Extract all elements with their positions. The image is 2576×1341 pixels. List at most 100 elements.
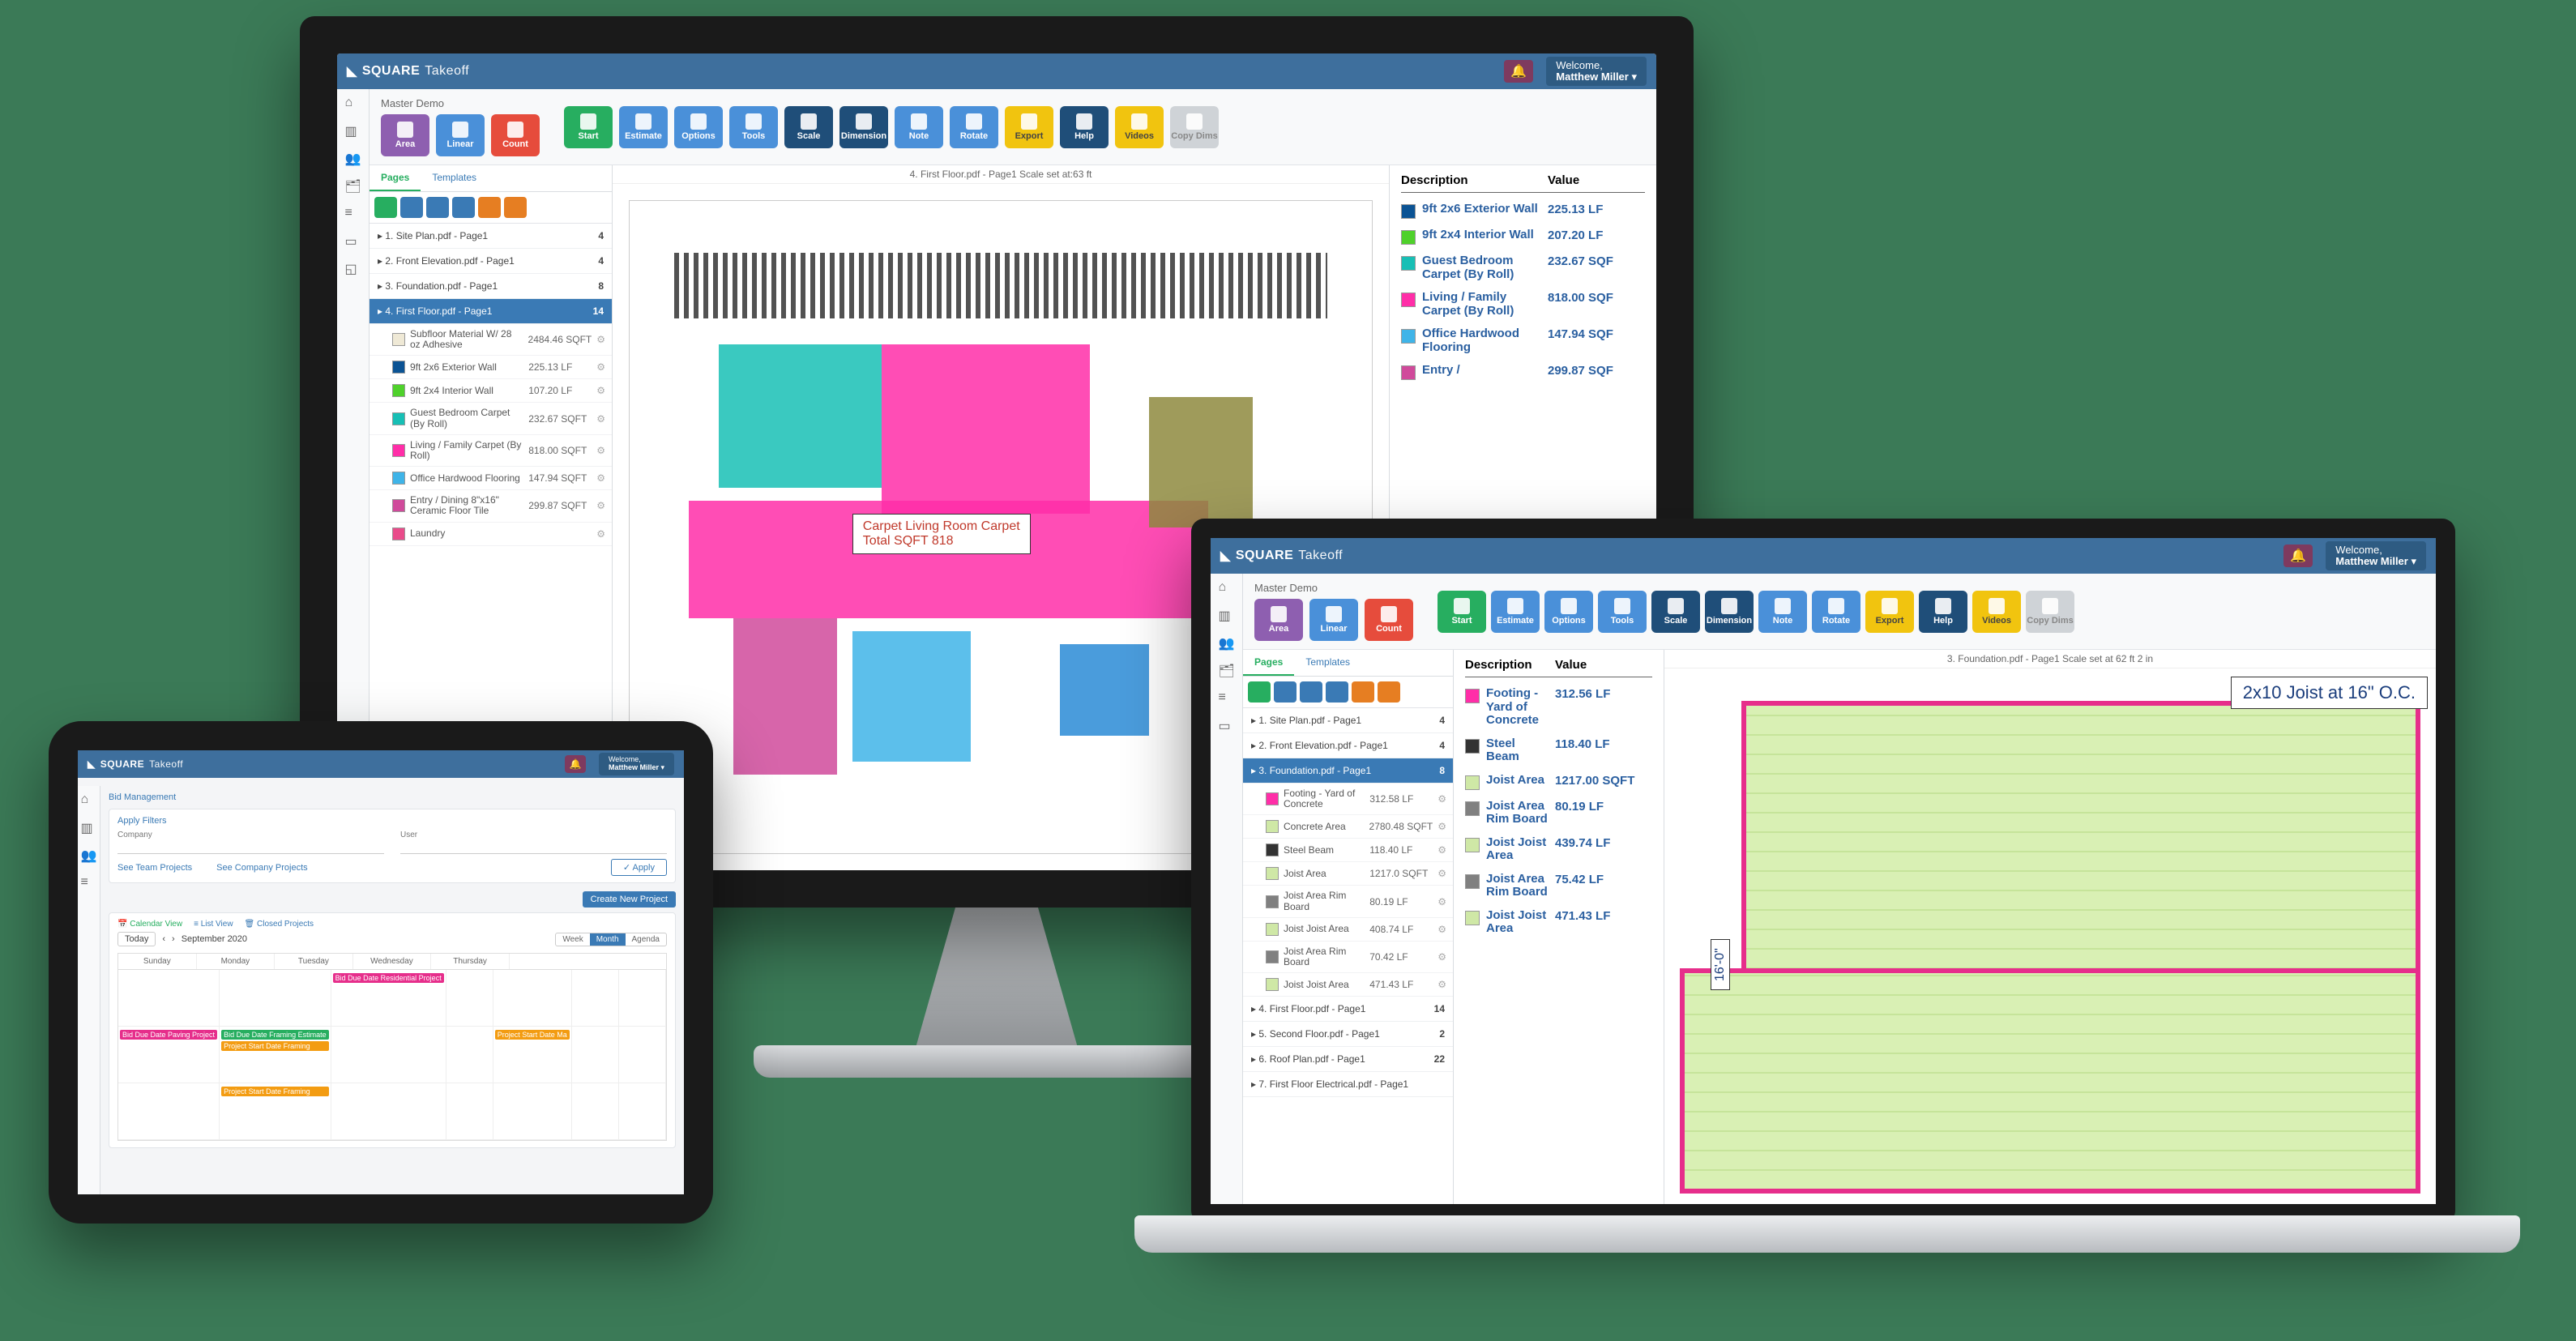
bell-icon[interactable]: 🔔 [1504,60,1533,83]
note-button[interactable]: Note [1758,591,1807,633]
linear-button[interactable]: Linear [436,114,485,156]
see-team-link[interactable]: See Team Projects [117,863,192,873]
mini-tool[interactable] [1352,681,1374,703]
gear-icon[interactable]: ⚙ [1438,979,1446,990]
estimate-button[interactable]: Estimate [1491,591,1540,633]
calendar-cell[interactable] [572,1027,619,1083]
takeoff-item[interactable]: Entry / Dining 8"x16" Ceramic Floor Tile… [370,490,612,522]
gear-icon[interactable]: ⚙ [596,500,605,511]
rail-icon[interactable]: ▥ [345,123,361,139]
rail-icon[interactable]: 🗂 [1219,663,1235,679]
tools-button[interactable]: Tools [729,106,778,148]
mini-tool[interactable] [1378,681,1400,703]
page-row[interactable]: ▸ 1. Site Plan.pdf - Page14 [370,224,612,249]
takeoff-item[interactable]: Joist Area Rim Board70.42 LF⚙ [1243,942,1453,973]
rail-icon[interactable]: ▭ [1219,718,1235,734]
page-row[interactable]: ▸ 3. Foundation.pdf - Page18 [370,274,612,299]
takeoff-item[interactable]: Joist Area1217.0 SQFT⚙ [1243,862,1453,886]
rail-icon[interactable]: ≡ [81,875,97,891]
gear-icon[interactable]: ⚙ [1438,868,1446,879]
calendar-event[interactable]: Bid Due Date Paving Project [120,1030,217,1040]
rotate-button[interactable]: Rotate [950,106,998,148]
gear-icon[interactable]: ⚙ [1438,793,1446,805]
calendar-cell[interactable]: Bid Due Date Paving Project [118,1027,220,1083]
mini-tool[interactable] [1326,681,1348,703]
takeoff-item[interactable]: Joist Joist Area408.74 LF⚙ [1243,918,1453,942]
rail-icon[interactable]: 👥 [345,151,361,167]
start-button[interactable]: Start [564,106,613,148]
takeoff-item[interactable]: Joist Area Rim Board80.19 LF⚙ [1243,886,1453,917]
calendar-cell[interactable] [619,1027,666,1083]
note-button[interactable]: Note [895,106,943,148]
options-button[interactable]: Options [674,106,723,148]
videos-button[interactable]: Videos [1115,106,1164,148]
mini-tool[interactable] [1300,681,1322,703]
takeoff-item[interactable]: Concrete Area2780.48 SQFT⚙ [1243,815,1453,839]
takeoff-item[interactable]: Footing - Yard of Concrete312.58 LF⚙ [1243,784,1453,815]
export-button[interactable]: Export [1005,106,1053,148]
copy dims-button[interactable]: Copy Dims [2026,591,2074,633]
gear-icon[interactable]: ⚙ [596,528,605,540]
foundation-plan[interactable]: 2x10 Joist at 16" O.C. 16'-0" [1664,668,2436,1204]
page-row[interactable]: ▸ 3. Foundation.pdf - Page18 [1243,758,1453,784]
calendar-event[interactable]: Project Start Date Framing [221,1041,329,1051]
takeoff-item[interactable]: Laundry⚙ [370,523,612,546]
page-row[interactable]: ▸ 1. Site Plan.pdf - Page14 [1243,708,1453,733]
apply-button[interactable]: ✓ Apply [611,859,667,876]
gear-icon[interactable]: ⚙ [1438,821,1446,832]
mini-tool[interactable] [374,197,397,218]
mini-tool[interactable] [504,197,527,218]
calendar-cell[interactable] [331,1083,446,1140]
rail-icon[interactable]: ≡ [345,206,361,222]
count-button[interactable]: Count [491,114,540,156]
area-button[interactable]: Area [381,114,429,156]
gear-icon[interactable]: ⚙ [1438,844,1446,856]
next-month-icon[interactable]: › [172,934,175,944]
calendar-cell[interactable] [118,970,220,1027]
calendar-cell[interactable] [220,970,331,1027]
copy dims-button[interactable]: Copy Dims [1170,106,1219,148]
takeoff-item[interactable]: Living / Family Carpet (By Roll)818.00 S… [370,435,612,467]
breadcrumb[interactable]: Bid Management [109,792,676,802]
user-menu[interactable]: Welcome, Matthew Miller ▾ [599,753,674,775]
brand[interactable]: ◣ SQUARE Takeoff [1220,548,1343,564]
gear-icon[interactable]: ⚙ [596,472,605,484]
user-menu[interactable]: Welcome, Matthew Miller ▾ [1546,57,1647,87]
mini-tool[interactable] [1274,681,1297,703]
mini-tool[interactable] [452,197,475,218]
help-button[interactable]: Help [1060,106,1109,148]
mini-tool[interactable] [426,197,449,218]
page-row[interactable]: ▸ 6. Roof Plan.pdf - Page122 [1243,1047,1453,1072]
takeoff-item[interactable]: Steel Beam118.40 LF⚙ [1243,839,1453,862]
rail-icon[interactable]: ⌂ [81,792,97,809]
start-button[interactable]: Start [1438,591,1486,633]
canvas-area[interactable]: 3. Foundation.pdf - Page1 Scale set at 6… [1664,650,2436,1204]
calendar-cell[interactable] [446,1083,493,1140]
bell-icon[interactable]: 🔔 [2283,545,2313,567]
calendar-cell[interactable]: Bid Due Date Residential Project [331,970,446,1027]
rail-icon[interactable]: 🗂 [345,178,361,194]
videos-button[interactable]: Videos [1972,591,2021,633]
tools-button[interactable]: Tools [1598,591,1647,633]
gear-icon[interactable]: ⚙ [596,361,605,373]
page-row[interactable]: ▸ 2. Front Elevation.pdf - Page14 [1243,733,1453,758]
calendar-cell[interactable] [446,970,493,1027]
today-button[interactable]: Today [117,932,156,946]
takeoff-item[interactable]: 9ft 2x6 Exterior Wall225.13 LF⚙ [370,356,612,379]
linear-button[interactable]: Linear [1309,599,1358,641]
gear-icon[interactable]: ⚙ [596,445,605,456]
view-tab[interactable]: ≡ List View [194,920,233,929]
prev-month-icon[interactable]: ‹ [162,934,165,944]
calendar-cell[interactable] [572,970,619,1027]
tab-pages[interactable]: Pages [370,165,421,191]
options-button[interactable]: Options [1544,591,1593,633]
calendar-cell[interactable] [572,1083,619,1140]
scale-button[interactable]: Scale [1651,591,1700,633]
user-input[interactable] [400,839,667,854]
gear-icon[interactable]: ⚙ [1438,924,1446,935]
calendar-event[interactable]: Bid Due Date Framing Estimate [221,1030,329,1040]
calendar-cell[interactable]: Project Start Date Ma [493,1027,572,1083]
page-row[interactable]: ▸ 5. Second Floor.pdf - Page12 [1243,1022,1453,1047]
view-tab[interactable]: 🗑 Closed Projects [245,920,314,929]
range-week[interactable]: Week [556,933,589,946]
